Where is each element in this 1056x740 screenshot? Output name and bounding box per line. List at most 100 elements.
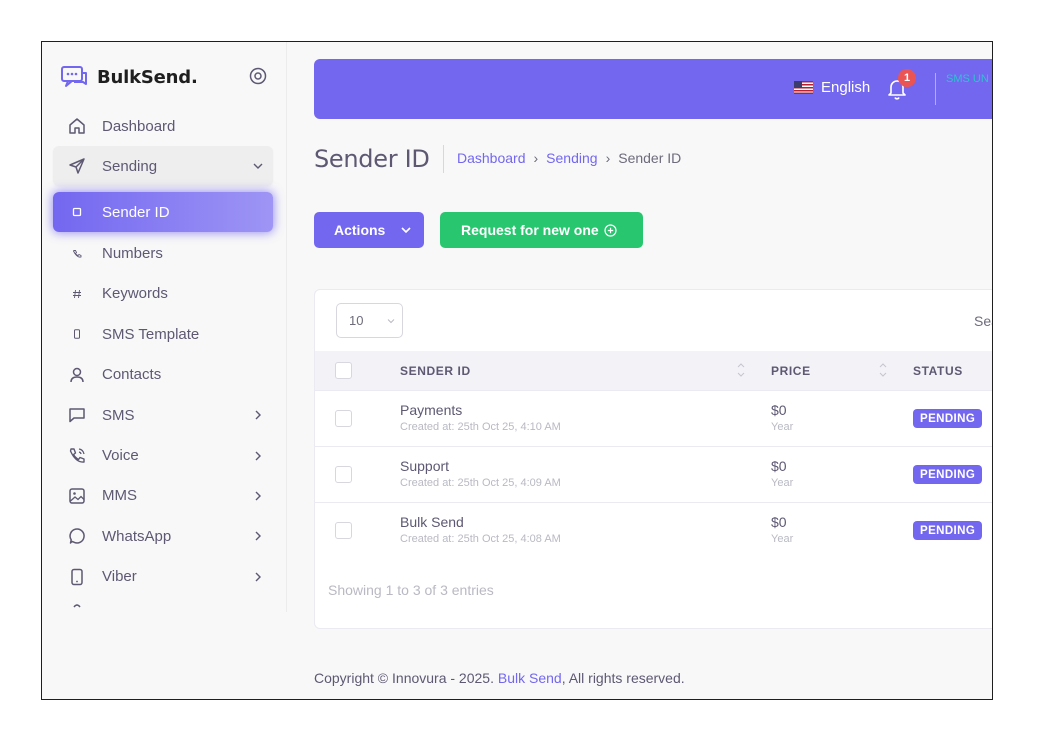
search-label: Sea — [974, 313, 992, 329]
status-badge: PENDING — [913, 521, 983, 540]
top-navbar: English 1 SMS UN — [314, 59, 992, 119]
sidebar-item-label: Keywords — [102, 285, 168, 303]
brand-name: BulkSend. — [97, 66, 198, 88]
plus-circle-icon — [604, 223, 617, 237]
sidebar-item-sms-template[interactable]: SMS Template — [53, 314, 273, 354]
table-row: Payments Created at: 25th Oct 25, 4:10 A… — [315, 391, 992, 447]
sidebar-item-label: SMS Template — [102, 325, 200, 343]
language-label: English — [821, 79, 871, 96]
sidebar-item-label: Contacts — [102, 366, 162, 384]
chat-logo-icon — [61, 66, 87, 87]
chevron-right-icon — [255, 491, 261, 501]
table-row: Bulk Send Created at: 25th Oct 25, 4:08 … — [315, 503, 992, 559]
sidebar-item-keywords[interactable]: Keywords — [53, 274, 273, 314]
mobile-small-icon — [67, 324, 87, 344]
chevron-right-icon — [255, 572, 261, 582]
price-period: Year — [771, 533, 794, 545]
page-length-value: 10 — [349, 313, 364, 328]
sidebar-item-whatsapp[interactable]: WhatsApp — [53, 516, 273, 556]
price-period: Year — [771, 477, 794, 489]
sidebar: BulkSend. Dashboard Sending Sender ID Nu… — [42, 42, 287, 612]
row-checkbox[interactable] — [335, 522, 352, 539]
created-at: Created at: 25th Oct 25, 4:10 AM — [400, 421, 561, 433]
actions-dropdown-button[interactable]: Actions — [314, 212, 424, 248]
row-checkbox[interactable] — [335, 410, 352, 427]
chevron-right-icon — [255, 451, 261, 461]
sidebar-item-numbers[interactable]: Numbers — [53, 233, 273, 273]
column-header-price[interactable]: PRICE — [771, 364, 811, 378]
request-label: Request for new one — [461, 222, 599, 238]
chevron-right-icon — [255, 531, 261, 541]
sidebar-item-label: Voice — [102, 447, 139, 465]
price: $0 — [771, 514, 787, 530]
title-divider — [443, 145, 444, 173]
footer-link[interactable]: Bulk Send — [498, 670, 562, 686]
sidebar-item-viber[interactable]: Viber — [53, 557, 273, 597]
sender-id-table-card: 10 Sea SENDER ID PRICE STATUS Payments C… — [314, 289, 992, 629]
home-icon — [67, 116, 87, 136]
column-header-sender-id[interactable]: SENDER ID — [400, 364, 471, 378]
partial-icon — [67, 597, 87, 612]
breadcrumb-dashboard[interactable]: Dashboard — [457, 150, 526, 166]
sort-icon[interactable] — [878, 360, 888, 380]
language-dropdown[interactable]: English — [794, 79, 870, 96]
created-at: Created at: 25th Oct 25, 4:09 AM — [400, 477, 561, 489]
request-new-button[interactable]: Request for new one — [440, 212, 643, 248]
chevron-right-icon — [255, 410, 261, 420]
table-row: Support Created at: 25th Oct 25, 4:09 AM… — [315, 447, 992, 503]
price: $0 — [771, 458, 787, 474]
sidebar-item-sms[interactable]: SMS — [53, 395, 273, 435]
sort-icon[interactable] — [736, 360, 746, 380]
hash-icon — [67, 284, 87, 304]
sidebar-item-contacts[interactable]: Contacts — [53, 355, 273, 395]
status-badge: PENDING — [913, 465, 983, 484]
sender-id-name: Bulk Send — [400, 514, 464, 530]
square-small-icon — [67, 202, 87, 222]
sidebar-item-label: Numbers — [102, 245, 163, 263]
breadcrumb-current: Sender ID — [618, 150, 682, 166]
sidebar-menu: Dashboard Sending Sender ID Numbers Keyw… — [53, 106, 273, 612]
price-period: Year — [771, 421, 794, 433]
sidebar-item-label: WhatsApp — [102, 527, 172, 545]
sidebar-item-voice[interactable]: Voice — [53, 435, 273, 475]
collapse-toggle-icon[interactable] — [248, 66, 268, 86]
sidebar-item-partial[interactable] — [53, 597, 273, 612]
sidebar-item-dashboard[interactable]: Dashboard — [53, 106, 273, 146]
sidebar-item-mms[interactable]: MMS — [53, 476, 273, 516]
sidebar-item-label: Viber — [102, 568, 137, 586]
footer: Copyright © Innovura - 2025. Bulk Send, … — [314, 670, 685, 686]
sender-id-name: Support — [400, 458, 450, 474]
footer-suffix: , All rights reserved. — [561, 670, 685, 686]
phone-call-icon — [67, 446, 87, 466]
app-window: BulkSend. Dashboard Sending Sender ID Nu… — [41, 41, 993, 700]
image-icon — [67, 486, 87, 506]
message-square-icon — [67, 405, 87, 425]
sender-id-name: Payments — [400, 402, 463, 418]
column-header-status[interactable]: STATUS — [913, 364, 963, 378]
sidebar-item-label: MMS — [102, 487, 137, 505]
chevron-down-icon — [387, 319, 395, 324]
notification-badge: 1 — [898, 69, 916, 87]
navbar-divider — [935, 73, 936, 105]
sidebar-item-sender-id[interactable]: Sender ID — [53, 192, 273, 233]
brand[interactable]: BulkSend. — [60, 64, 198, 90]
created-at: Created at: 25th Oct 25, 4:08 AM — [400, 533, 561, 545]
status-badge: PENDING — [913, 409, 983, 428]
breadcrumb-separator-icon: › — [533, 150, 539, 166]
row-checkbox[interactable] — [335, 466, 352, 483]
breadcrumb-sending[interactable]: Sending — [546, 150, 597, 166]
sidebar-item-sending[interactable]: Sending — [53, 146, 273, 187]
sidebar-item-label: SMS — [102, 406, 135, 424]
price: $0 — [771, 402, 787, 418]
us-flag-icon — [794, 81, 813, 94]
sidebar-item-label: Dashboard — [102, 117, 176, 135]
select-all-checkbox[interactable] — [335, 362, 352, 379]
message-circle-icon — [67, 526, 87, 546]
page-length-select[interactable]: 10 — [336, 303, 403, 338]
user-name[interactable]: SMS UN — [946, 73, 989, 85]
sidebar-item-label: Sending — [102, 157, 158, 175]
main-content: English 1 SMS UN Sender ID Dashboard › S… — [288, 42, 992, 699]
user-icon — [67, 365, 87, 385]
chevron-down-icon — [401, 227, 411, 234]
sidebar-item-label: Sender ID — [102, 203, 170, 221]
